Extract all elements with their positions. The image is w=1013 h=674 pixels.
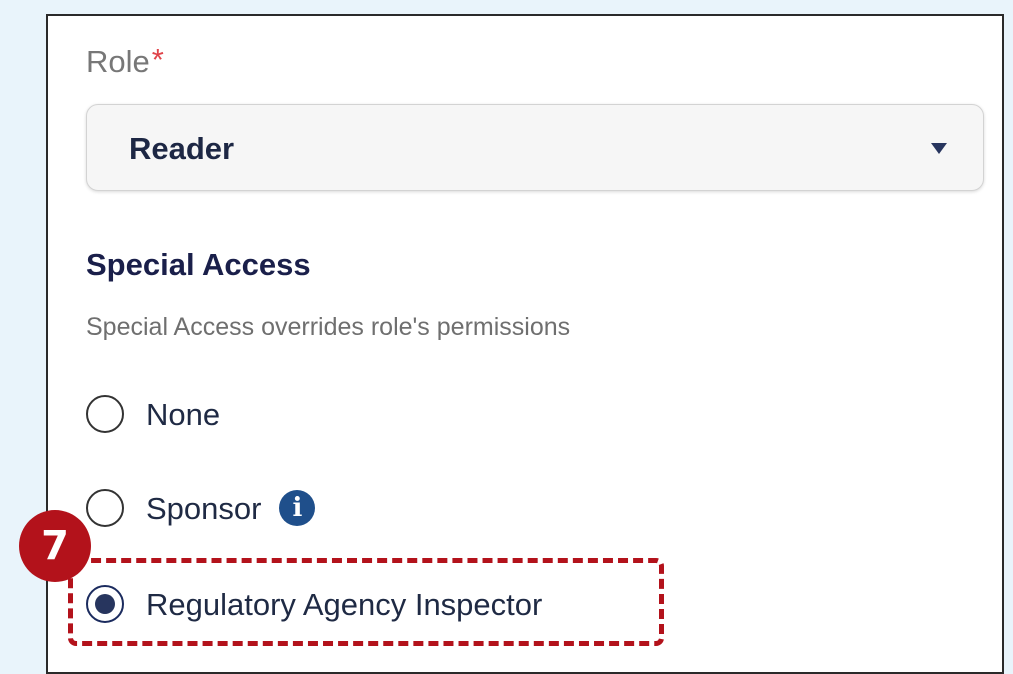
radio-label-none[interactable]: None — [146, 399, 220, 430]
radio-option-sponsor[interactable]: Sponsor i — [86, 486, 316, 530]
required-marker: * — [151, 42, 164, 77]
radio-label-regulatory-agency-inspector[interactable]: Regulatory Agency Inspector — [146, 589, 542, 620]
role-select-value: Reader — [129, 131, 235, 166]
radio-button-regulatory-agency-inspector[interactable] — [86, 585, 124, 623]
info-icon[interactable]: i — [279, 490, 316, 526]
radio-button-none[interactable] — [86, 395, 124, 433]
special-access-description: Special Access overrides role's permissi… — [86, 313, 571, 341]
role-field-label: Role* — [86, 44, 164, 79]
radio-option-none[interactable]: None — [86, 392, 220, 436]
user-access-form: Role* Reader Special Access Special Acce… — [46, 14, 1004, 674]
step-badge: 7 — [19, 510, 91, 582]
radio-option-regulatory-agency-inspector[interactable]: Regulatory Agency Inspector — [86, 582, 542, 626]
role-label-text: Role — [86, 44, 150, 79]
chevron-down-icon — [931, 143, 947, 154]
radio-label-sponsor[interactable]: Sponsor — [146, 493, 261, 524]
special-access-title: Special Access — [86, 247, 311, 282]
role-select[interactable]: Reader — [86, 104, 984, 191]
radio-button-sponsor[interactable] — [86, 489, 124, 527]
